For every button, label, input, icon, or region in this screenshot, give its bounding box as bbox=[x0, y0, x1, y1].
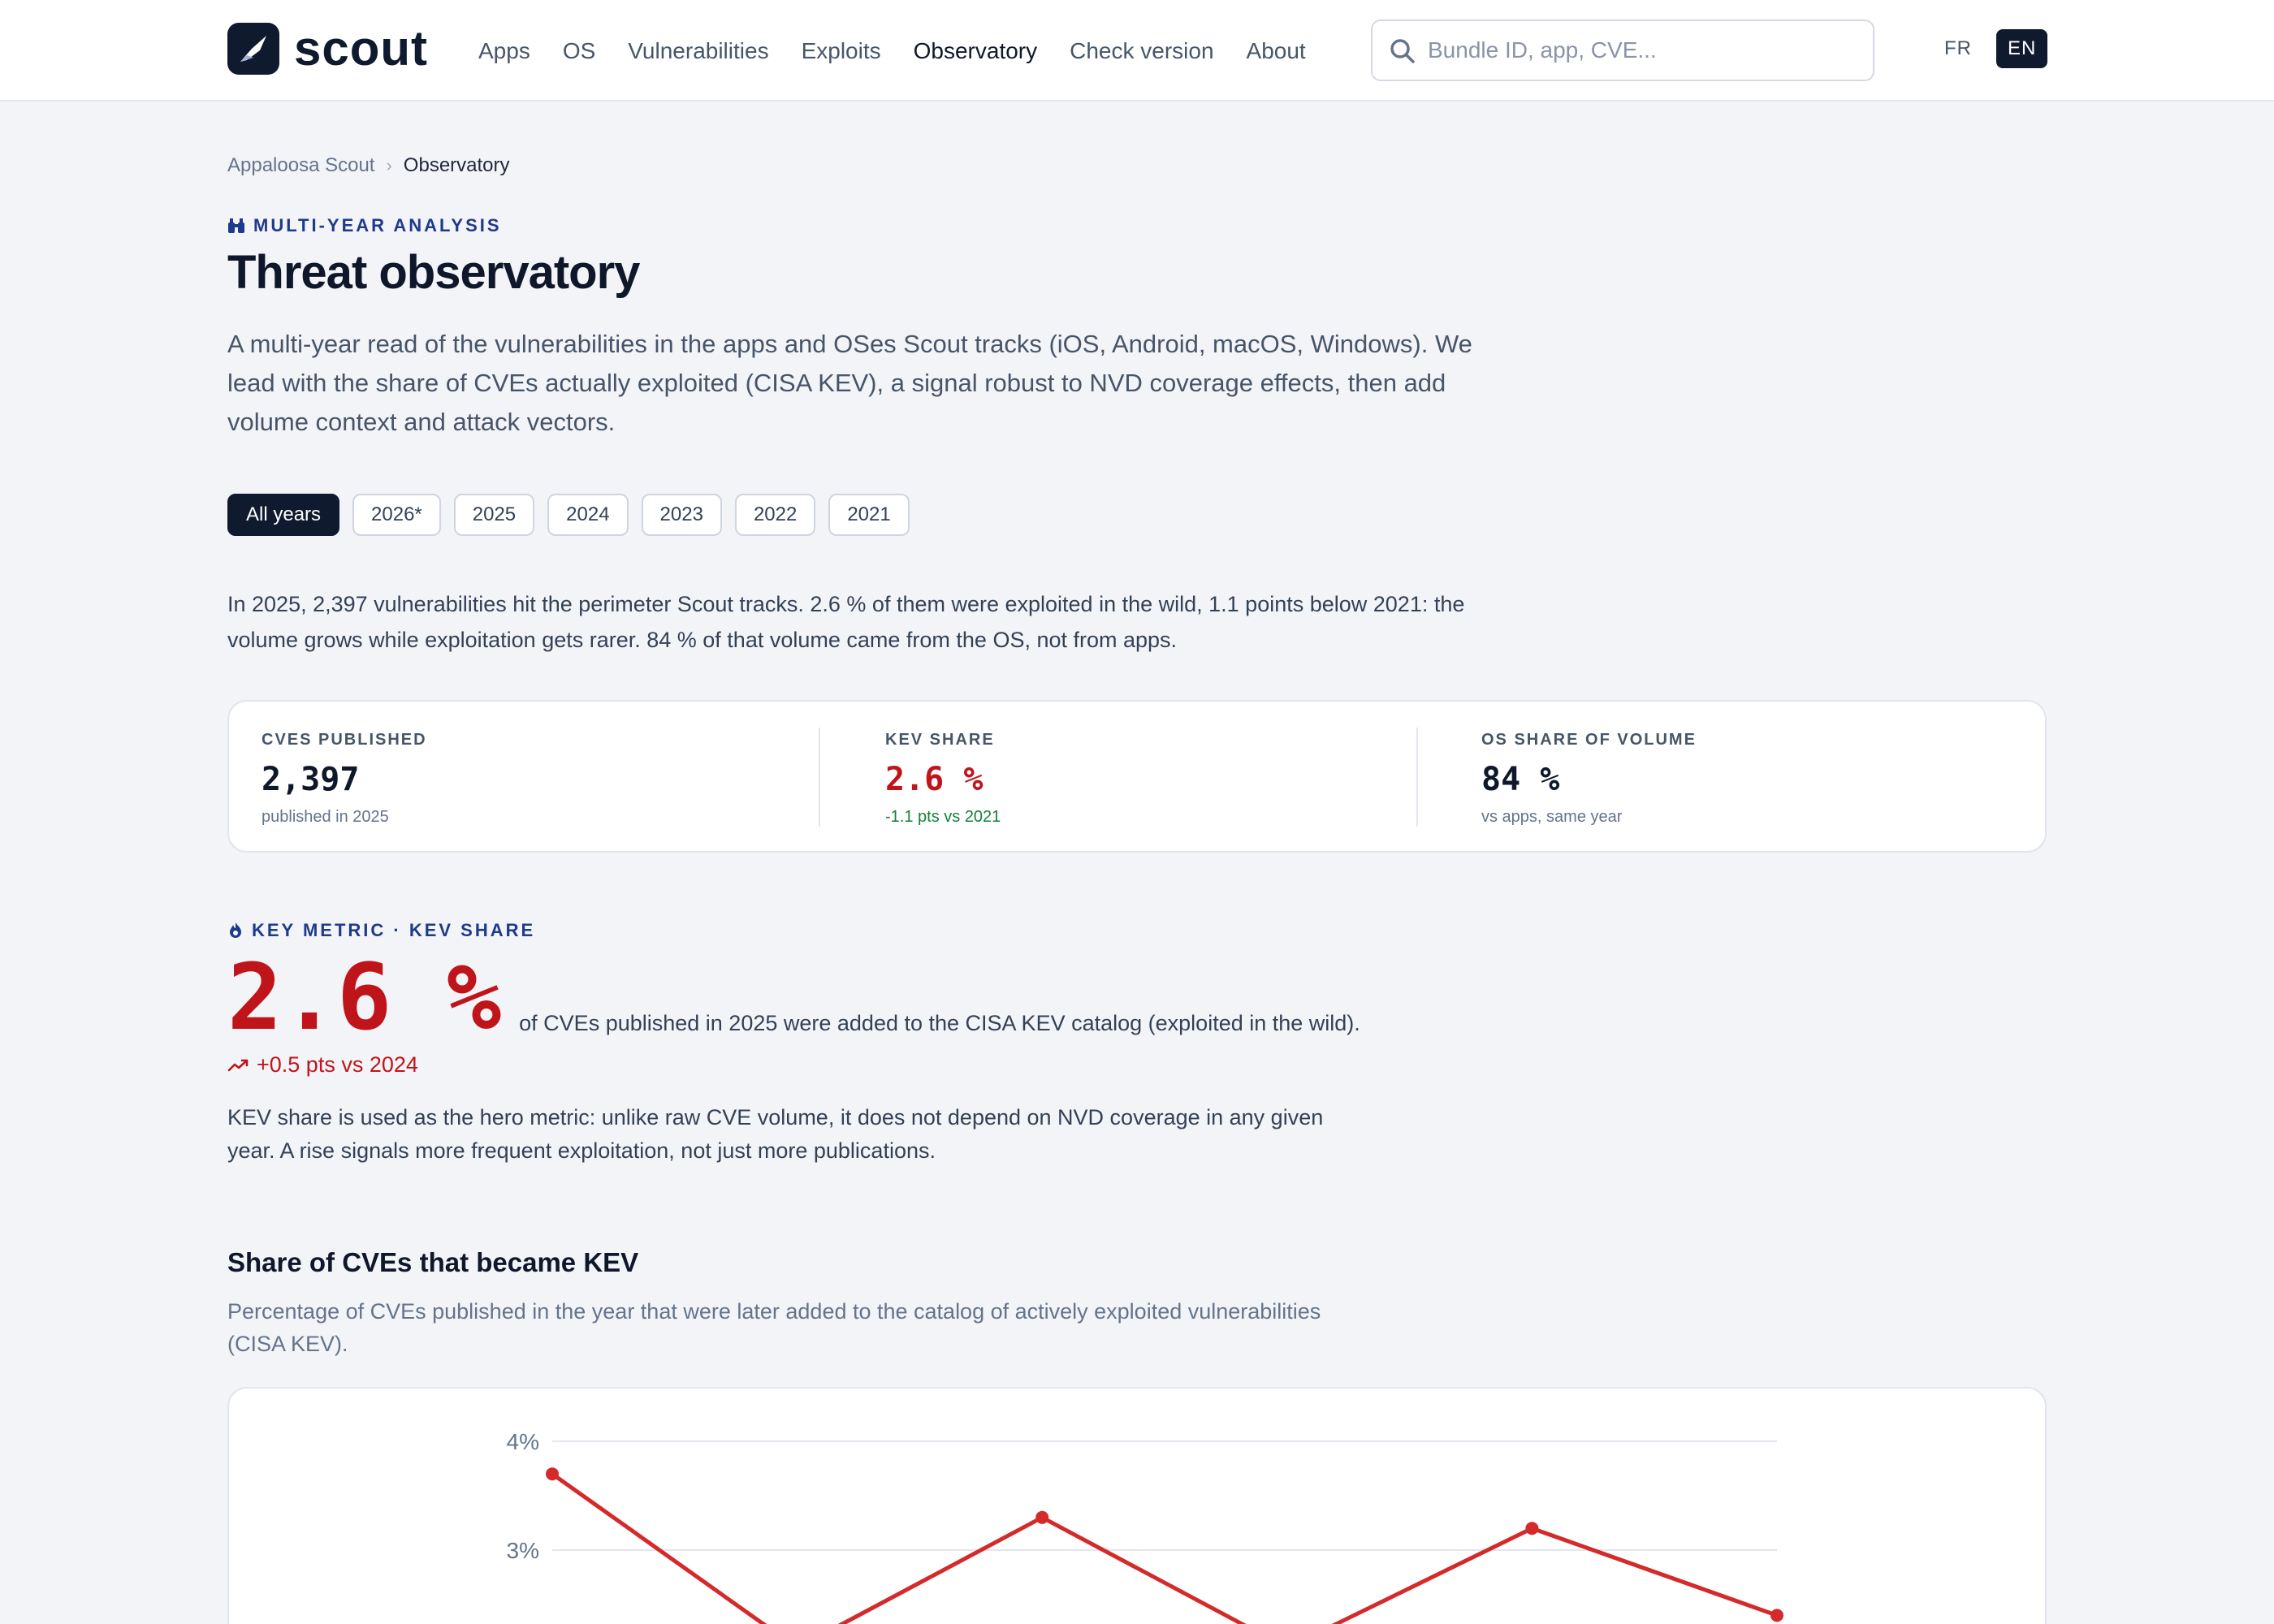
year-chip-all[interactable]: All years bbox=[227, 494, 340, 536]
main-nav: Apps OS Vulnerabilities Exploits Observa… bbox=[478, 0, 1306, 102]
language-switcher: FR EN bbox=[1933, 29, 2048, 68]
year-chip-2023[interactable]: 2023 bbox=[641, 494, 722, 536]
key-metric-explanation: KEV share is used as the hero metric: un… bbox=[227, 1105, 1324, 1163]
key-metric-eyebrow-text: KEY METRIC · KEV SHARE bbox=[252, 920, 536, 940]
stat-divider bbox=[819, 728, 820, 827]
chart-title: Share of CVEs that became KEV bbox=[227, 1247, 639, 1277]
stat-sub: published in 2025 bbox=[262, 808, 389, 826]
y-tick-label: 4% bbox=[507, 1429, 539, 1454]
stat-label: CVES PUBLISHED bbox=[262, 731, 427, 749]
stat-label: KEV SHARE bbox=[885, 731, 995, 749]
scout-logo-icon bbox=[227, 23, 279, 75]
key-metric-delta-text: +0.5 pts vs 2024 bbox=[257, 1052, 418, 1077]
nav-check-version[interactable]: Check version bbox=[1070, 38, 1213, 64]
stat-kev-share: KEV SHARE 2.6 % -1.1 pts vs 2021 bbox=[885, 731, 1001, 827]
summary-text: In 2025, 2,397 vulnerabilities hit the p… bbox=[227, 592, 1465, 652]
stat-value: 84 % bbox=[1481, 761, 1560, 798]
stat-sub: vs apps, same year bbox=[1481, 808, 1623, 826]
key-metric-description: of CVEs published in 2025 were added to … bbox=[519, 1011, 1360, 1035]
stat-os-share: OS SHARE OF VOLUME 84 % vs apps, same ye… bbox=[1481, 731, 1697, 827]
eyebrow-text: MULTI-YEAR ANALYSIS bbox=[253, 215, 502, 235]
top-navigation-bar: scout Apps OS Vulnerabilities Exploits O… bbox=[0, 0, 2274, 102]
breadcrumb-current: Observatory bbox=[403, 154, 510, 176]
nav-apps[interactable]: Apps bbox=[478, 38, 530, 64]
year-chip-2025[interactable]: 2025 bbox=[453, 494, 535, 536]
stat-sub: -1.1 pts vs 2021 bbox=[885, 808, 1001, 826]
binoculars-icon bbox=[228, 218, 244, 233]
breadcrumb-separator: › bbox=[386, 155, 392, 175]
page-title: Threat observatory bbox=[227, 246, 640, 299]
year-chip-2021[interactable]: 2021 bbox=[828, 494, 910, 536]
brand-logo[interactable]: scout bbox=[227, 23, 428, 75]
key-metric-eyebrow: KEY METRIC · KEV SHARE bbox=[227, 920, 535, 941]
trending-up-icon bbox=[227, 1059, 249, 1071]
key-metric-hero: 2.6 % of CVEs published in 2025 were add… bbox=[227, 950, 1360, 1046]
brand-name: scout bbox=[294, 21, 429, 76]
lang-en-button[interactable]: EN bbox=[1996, 29, 2048, 68]
y-tick-label: 3% bbox=[507, 1538, 539, 1563]
kev-share-chart: 4% 3% bbox=[227, 1387, 2047, 1624]
nav-exploits[interactable]: Exploits bbox=[802, 38, 881, 64]
stat-value: 2,397 bbox=[262, 761, 360, 798]
section-eyebrow: MULTI-YEAR ANALYSIS bbox=[227, 215, 502, 236]
page-intro: A multi-year read of the vulnerabilities… bbox=[227, 330, 1472, 436]
search-icon bbox=[1390, 39, 1415, 63]
data-point bbox=[546, 1467, 559, 1481]
kev-share-line bbox=[551, 1472, 1778, 1624]
lang-fr-button[interactable]: FR bbox=[1933, 29, 1983, 68]
key-metric-value: 2.6 % bbox=[227, 945, 502, 1051]
stats-card: CVES PUBLISHED 2,397 published in 2025 K… bbox=[227, 700, 2047, 853]
nav-observatory[interactable]: Observatory bbox=[914, 38, 1038, 64]
flame-icon bbox=[230, 922, 241, 938]
nav-vulnerabilities[interactable]: Vulnerabilities bbox=[628, 38, 768, 64]
data-point bbox=[1035, 1510, 1049, 1524]
breadcrumb-root-link[interactable]: Appaloosa Scout bbox=[227, 154, 374, 177]
nav-about[interactable]: About bbox=[1247, 38, 1306, 64]
stat-value: 2.6 % bbox=[885, 761, 984, 798]
stat-divider bbox=[1416, 728, 1418, 827]
data-point bbox=[1525, 1522, 1539, 1535]
year-chip-2024[interactable]: 2024 bbox=[547, 494, 629, 536]
data-point bbox=[1770, 1609, 1783, 1622]
stat-label: OS SHARE OF VOLUME bbox=[1481, 731, 1697, 749]
nav-os[interactable]: OS bbox=[563, 38, 595, 64]
kev-share-line-chart: 4% 3% bbox=[507, 1429, 1783, 1624]
key-metric-delta: +0.5 pts vs 2024 bbox=[227, 1052, 418, 1078]
stat-cves-published: CVES PUBLISHED 2,397 published in 2025 bbox=[262, 731, 427, 827]
year-chip-2026[interactable]: 2026* bbox=[352, 494, 441, 536]
search-input[interactable] bbox=[1428, 37, 1850, 63]
year-chip-2022[interactable]: 2022 bbox=[734, 494, 816, 536]
chart-subtitle: Percentage of CVEs published in the year… bbox=[227, 1299, 1321, 1356]
year-filter: All years 2026* 2025 2024 2023 2022 2021 bbox=[227, 494, 910, 536]
search-box bbox=[1371, 19, 1874, 81]
breadcrumb: Appaloosa Scout › Observatory bbox=[227, 154, 510, 177]
